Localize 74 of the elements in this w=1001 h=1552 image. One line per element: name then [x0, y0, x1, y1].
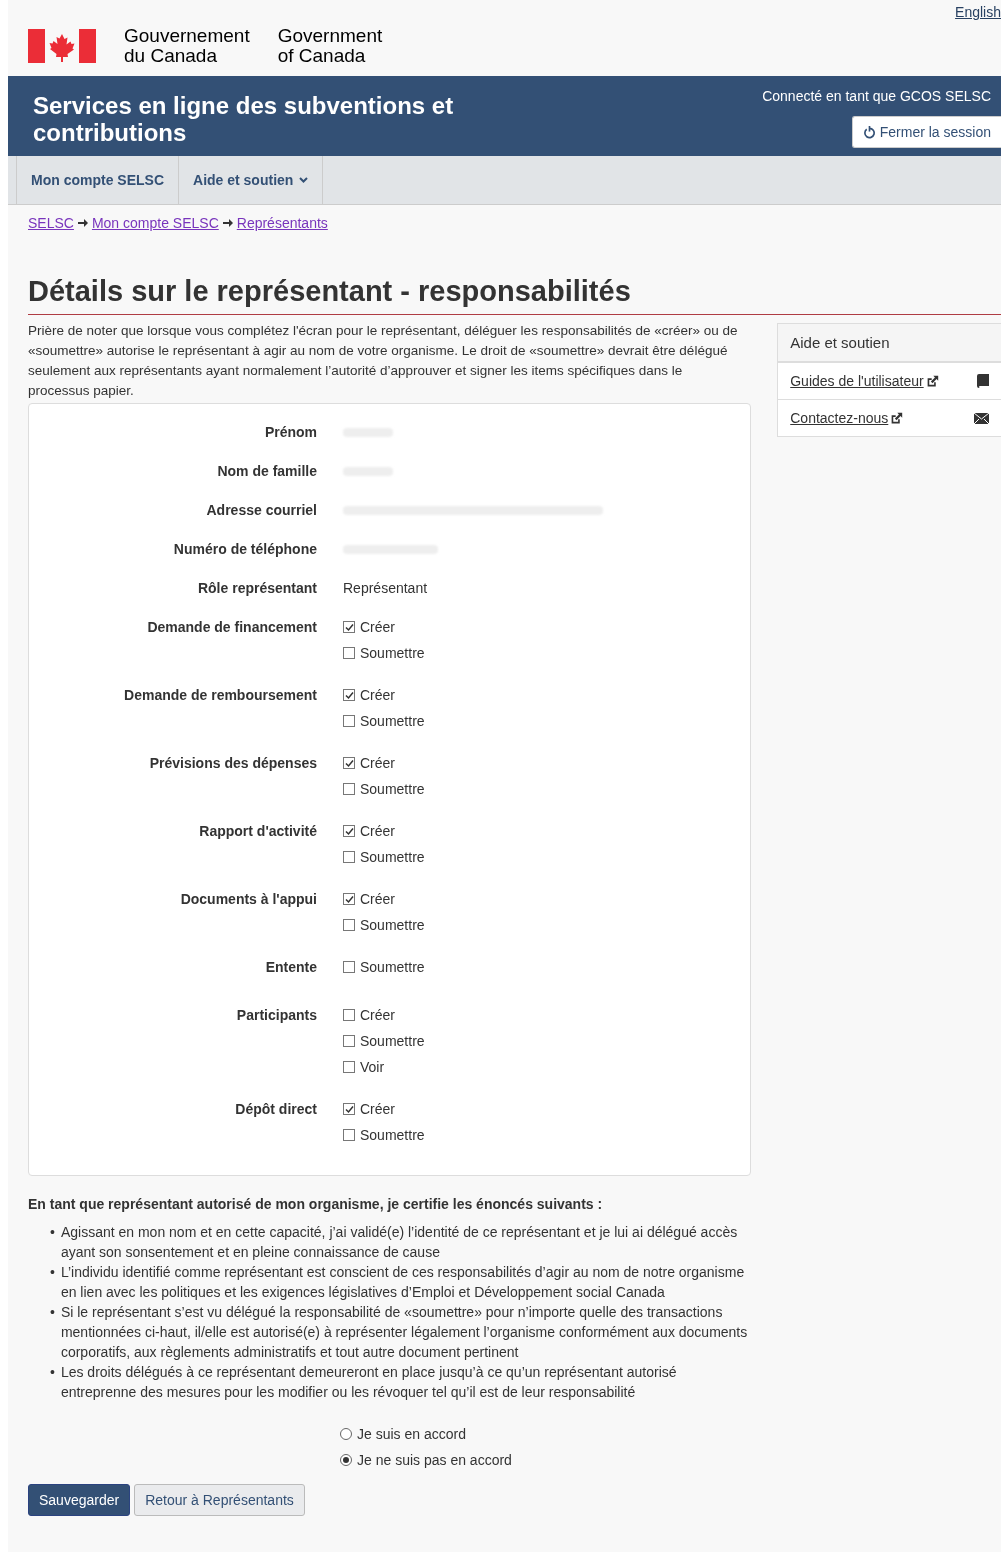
bullet-marker: •	[50, 1263, 55, 1282]
permission-label: Documents à l'appui	[179, 890, 317, 909]
permission-checkbox[interactable]: Soumettre	[343, 1125, 751, 1145]
external-link-icon	[890, 411, 904, 425]
canada-flag-icon	[28, 29, 96, 63]
field-label: Nom de famille	[216, 462, 317, 481]
checkmark-icon	[344, 758, 354, 768]
power-icon	[862, 125, 876, 139]
field-label: Rôle représentant	[196, 579, 317, 598]
save-button[interactable]: Sauvegarder	[28, 1484, 131, 1516]
permission-label: Demande de remboursement	[123, 686, 317, 705]
certification-statement: L’individu identifié comme représentant est conscient de ces responsabilités d’agir au nom de notre organisme en lien avec les politiques et les exigences législatives d’Emploi et Développement social Canada	[60, 1263, 746, 1302]
book-icon	[977, 374, 989, 388]
permission-checkbox[interactable]: Créer	[343, 1099, 751, 1119]
back-button[interactable]: Retour à Représentants	[134, 1484, 305, 1516]
government-wordmark-en: Government of Canada	[277, 26, 383, 66]
checkmark-icon	[344, 894, 354, 904]
permission-label: Rapport d'activité	[198, 822, 317, 841]
certification-statement: Agissant en mon nom et en cette capacité, j’ai validé(e) l’identité de ce représentant et je lui ai délégué accès ayant son sonsentement et en pleine connaissance de cause	[60, 1223, 739, 1262]
permission-checkbox[interactable]: Soumettre	[343, 915, 751, 935]
bullet-marker: •	[50, 1223, 55, 1242]
arrow-right-icon	[222, 219, 233, 227]
agreement-radio[interactable]: Je suis en accord	[340, 1424, 752, 1444]
permission-label: Demande de financement	[146, 618, 317, 637]
permission-checkbox[interactable]: Soumettre	[343, 1031, 751, 1051]
permission-label: Prévisions des dépenses	[148, 754, 317, 773]
agreement-radio[interactable]: Je ne suis pas en accord	[340, 1450, 752, 1470]
menu-item[interactable]: Mon compte SELSC	[16, 156, 178, 204]
bullet-marker: •	[50, 1303, 55, 1322]
permission-checkbox[interactable]: Soumettre	[343, 957, 751, 977]
checkmark-icon	[344, 826, 354, 836]
field-label: Prénom	[263, 423, 317, 442]
arrow-right-icon	[77, 219, 88, 227]
logout-button[interactable]: Fermer la session	[851, 116, 1001, 148]
permission-checkbox[interactable]: Voir	[343, 1057, 751, 1077]
permission-label: Dépôt direct	[234, 1100, 317, 1119]
checkmark-icon	[344, 622, 354, 632]
field-label: Numéro de téléphone	[172, 540, 317, 559]
permission-checkbox[interactable]: Créer	[343, 685, 751, 705]
permission-checkbox[interactable]: Créer	[343, 1005, 751, 1025]
permission-checkbox[interactable]: Créer	[343, 889, 751, 909]
government-wordmark-fr: Gouvernement du Canada	[124, 26, 250, 66]
help-link[interactable]: Contactez-nous	[790, 410, 904, 426]
breadcrumb-link[interactable]: Mon compte SELSC	[91, 215, 219, 231]
field-label: Adresse courriel	[205, 501, 317, 520]
permission-label: Entente	[264, 958, 317, 977]
help-panel-title: Aide et soutien	[778, 324, 1001, 362]
certification-statement: Si le représentant s’est vu délégué la responsabilité de «soumettre» pour n’importe quelle des transactions mentionnées ci-haut, il/elle est autorisé(e) à représenter légalement l’organisme conformément aux documents corporatifs, aux règlements administratifs et tout autre document pertinent	[60, 1303, 749, 1362]
help-link[interactable]: Guides de l'utilisateur	[790, 373, 939, 389]
permission-label: Participants	[235, 1006, 317, 1025]
permission-checkbox[interactable]: Soumettre	[343, 643, 751, 663]
signed-in-user: Connecté en tant que GCOS SELSC	[762, 88, 992, 104]
certification-statement: Les droits délégués à ce représentant demeureront en place jusqu’à ce qu’un représentant autorisé entreprenne des mesures pour les modifier ou les révoquer tel qu’il est de leur responsabilité	[60, 1363, 678, 1402]
checkmark-icon	[344, 1104, 354, 1114]
breadcrumb-link[interactable]: Représentants	[236, 215, 328, 231]
mail-icon	[974, 412, 989, 424]
breadcrumb-link[interactable]: SELSC	[28, 215, 74, 231]
certification-title: En tant que représentant autorisé de mon organisme, je certifie les énoncés suivants :	[28, 1196, 604, 1212]
permission-checkbox[interactable]: Créer	[343, 821, 751, 841]
menu-item[interactable]: Aide et soutien	[178, 156, 324, 204]
permission-checkbox[interactable]: Soumettre	[343, 779, 751, 799]
page-heading: Détails sur le représentant - responsabilités	[28, 275, 1001, 315]
permission-checkbox[interactable]: Soumettre	[343, 711, 751, 731]
permission-checkbox[interactable]: Créer	[343, 753, 751, 773]
bullet-marker: •	[50, 1363, 55, 1382]
intro-paragraph: Prière de noter que lorsque vous complétez l'écran pour le représentant, déléguer les responsabilités de «créer» ou de «soumettre» autorise le représentant à agir au nom de votre organisme. Le droit de «soumettre» devrait être délégué seulement aux représentants ayant normalement l’autorité d’approuver et signer les items spécifiques dans le processus papier.	[28, 322, 739, 400]
checkmark-icon	[344, 690, 354, 700]
external-link-icon	[925, 374, 939, 388]
field-value: Représentant	[343, 579, 429, 598]
site-title: Services en ligne des subventions et contributions	[33, 92, 455, 148]
language-link[interactable]: English	[955, 4, 1001, 20]
permission-checkbox[interactable]: Créer	[343, 617, 751, 637]
radio-dot-icon	[343, 1457, 349, 1463]
permission-checkbox[interactable]: Soumettre	[343, 847, 751, 867]
